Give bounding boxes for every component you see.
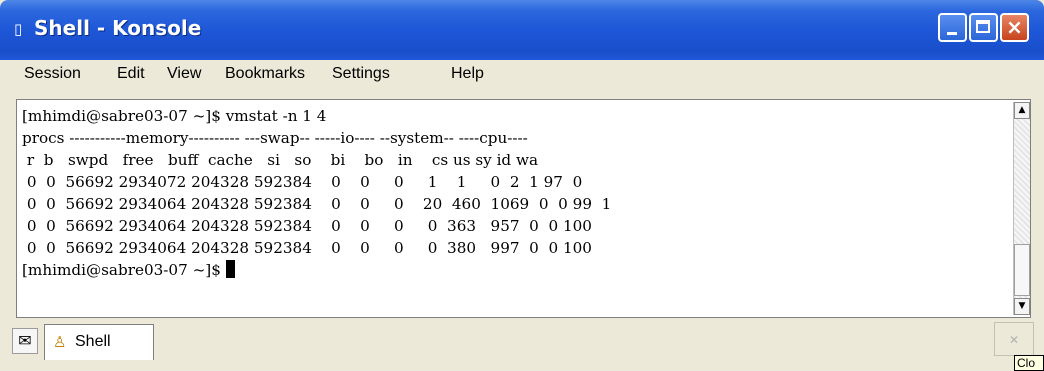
scroll-thumb[interactable]	[1014, 244, 1030, 296]
maximize-button[interactable]	[969, 13, 998, 42]
close-icon: ×	[1006, 15, 1023, 39]
close-tab-icon: ✕	[1008, 333, 1020, 347]
scroll-down-icon[interactable]: ▼	[1014, 298, 1030, 315]
tab-shell[interactable]: ♙ Shell	[44, 324, 154, 360]
session-tab-bar: ✉ ♙ Shell ✕	[4, 322, 1040, 367]
terminal-frame: [mhimdi@sabre03-07 ~]$ vmstat -n 1 4 pro…	[16, 99, 1031, 318]
konsole-icon: ▯	[14, 20, 23, 38]
terminal-line: [mhimdi@sabre03-07 ~]$ vmstat -n 1 4	[22, 107, 327, 125]
menu-bar: Session Edit View Bookmarks Settings Hel…	[4, 60, 1040, 90]
title-bar[interactable]: ▯ Shell - Konsole ×	[0, 0, 1044, 60]
window-title: Shell - Konsole	[34, 16, 202, 40]
close-tab-button[interactable]: ✕	[994, 322, 1034, 356]
minimize-button[interactable]	[938, 13, 967, 42]
new-session-button[interactable]: ✉	[12, 328, 38, 354]
text-cursor	[225, 260, 235, 278]
shell-icon: ♙	[53, 333, 67, 351]
scroll-up-icon[interactable]: ▲	[1014, 102, 1030, 119]
terminal-prompt-line: [mhimdi@sabre03-07 ~]$	[22, 259, 235, 281]
terminal-line: 0 0 56692 2934064 204328 592384 0 0 0 20…	[22, 195, 612, 213]
menu-settings[interactable]: Settings	[332, 65, 390, 83]
tab-label: Shell	[75, 333, 111, 350]
menu-help[interactable]: Help	[451, 65, 484, 83]
terminal-prompt: [mhimdi@sabre03-07 ~]$	[22, 261, 226, 279]
vertical-scrollbar[interactable]: ▲ ▼	[1013, 102, 1030, 315]
maximize-icon	[976, 20, 990, 33]
terminal-output[interactable]: [mhimdi@sabre03-07 ~]$ vmstat -n 1 4 pro…	[19, 102, 1011, 315]
new-session-icon: ✉	[18, 331, 32, 350]
terminal-line: 0 0 56692 2934072 204328 592384 0 0 0 1 …	[22, 173, 583, 191]
terminal-line: r b swpd free buff cache si so bi bo in …	[22, 151, 539, 169]
terminal-line: 0 0 56692 2934064 204328 592384 0 0 0 0 …	[22, 217, 592, 235]
menu-session[interactable]: Session	[24, 65, 81, 83]
terminal-line: 0 0 56692 2934064 204328 592384 0 0 0 0 …	[22, 239, 592, 257]
menu-view[interactable]: View	[167, 65, 201, 83]
minimize-icon	[947, 32, 957, 35]
terminal-line: procs -----------memory---------- ---swa…	[22, 129, 528, 147]
konsole-window: ▯ Shell - Konsole × Session Edit View Bo…	[0, 0, 1044, 371]
close-button[interactable]: ×	[1000, 13, 1029, 42]
tooltip: Clo	[1014, 355, 1044, 371]
menu-edit[interactable]: Edit	[117, 65, 145, 83]
menu-bookmarks[interactable]: Bookmarks	[225, 65, 305, 83]
